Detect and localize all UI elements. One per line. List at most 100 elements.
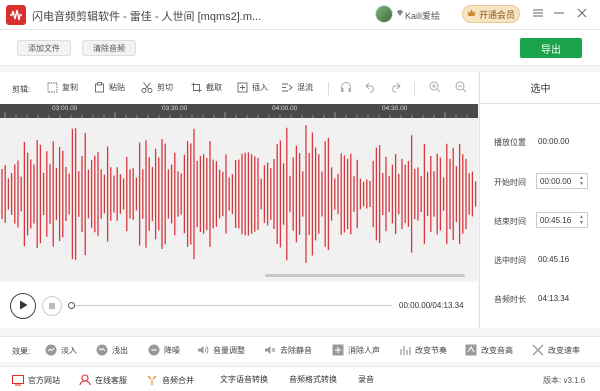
- speed-icon: [532, 344, 544, 356]
- speed-button[interactable]: 改变速率: [532, 344, 580, 356]
- tts-label: 文字语音转换: [220, 375, 268, 384]
- start-time-stepper[interactable]: ▲ ▼: [577, 175, 586, 187]
- play-button[interactable]: [10, 293, 36, 319]
- format-convert-link[interactable]: 音频格式转换: [289, 374, 337, 385]
- end-time-label: 结束时间: [494, 217, 526, 226]
- start-time-value: 00:00.00: [540, 176, 572, 186]
- progress-knob[interactable]: [68, 302, 75, 309]
- website-label: 官方网站: [28, 375, 60, 385]
- start-time-label: 开始时间: [494, 178, 526, 187]
- menu-icon[interactable]: [530, 5, 546, 21]
- insert-button[interactable]: 插入: [236, 81, 268, 93]
- merge-label: 音频合并: [162, 375, 194, 385]
- ruler-ticks: [4, 112, 468, 118]
- support-icon: [79, 374, 91, 386]
- undo-icon: [365, 81, 377, 93]
- audio-length-label: 音频时长: [494, 295, 526, 304]
- silence-icon: [264, 344, 276, 356]
- play-position-label: 播放位置: [494, 138, 526, 147]
- diamond-icon: [396, 9, 404, 19]
- pitch-button[interactable]: 改变音高: [465, 344, 513, 356]
- remove-silence-button[interactable]: 去除静音: [264, 344, 312, 356]
- audio-length-value: 04:13.34: [538, 294, 570, 303]
- effects-bar: 效果: 淡入 浅出 降噪 音量调整 去除静音 消除人声 改变节奏 改变音高 改变…: [0, 336, 600, 362]
- chevron-down-icon[interactable]: ▼: [579, 181, 584, 187]
- record-link[interactable]: 录音: [358, 374, 374, 385]
- zoom-out-icon: [455, 81, 467, 93]
- mix-icon: [281, 81, 293, 93]
- paste-icon: [93, 81, 105, 93]
- minimize-icon[interactable]: [551, 5, 567, 21]
- panel-title: 选中: [480, 72, 600, 104]
- avatar[interactable]: [375, 5, 393, 23]
- remove-vocals-button[interactable]: 消除人声: [332, 344, 380, 356]
- denoise-label: 降噪: [164, 345, 180, 355]
- toolbar-divider: [328, 82, 329, 96]
- volume-button[interactable]: 音量调整: [197, 344, 245, 356]
- play-position-value: 00:00.00: [538, 137, 570, 146]
- end-time-value: 00:45.16: [540, 215, 572, 225]
- vip-button[interactable]: 开通会员: [462, 5, 520, 23]
- website-link[interactable]: 官方网站: [12, 374, 60, 386]
- paste-button[interactable]: 粘贴: [93, 81, 125, 93]
- start-time-input[interactable]: 00:00.00 ▲ ▼: [536, 173, 588, 189]
- edit-toolbar: 剪辑: 复制 粘贴 剪切 截取 插入 混流: [0, 72, 478, 104]
- end-time-input[interactable]: 00:45.16 ▲ ▼: [536, 212, 588, 228]
- redo-icon: [389, 81, 401, 93]
- toolbar-label: 剪辑:: [12, 85, 31, 94]
- version-label: 版本: v3.1.6: [543, 376, 586, 385]
- fade-out-button[interactable]: 浅出: [96, 344, 128, 356]
- redo-button[interactable]: [389, 81, 401, 93]
- crop-icon: [190, 81, 202, 93]
- copy-icon: [46, 81, 58, 93]
- cut-button[interactable]: 剪切: [141, 81, 173, 93]
- add-file-button[interactable]: 添加文件: [17, 40, 71, 56]
- waveform-area[interactable]: [0, 118, 478, 270]
- mix-label: 混流: [297, 82, 313, 92]
- merge-icon: [146, 374, 158, 386]
- clear-audio-button[interactable]: 清除音频: [82, 40, 136, 56]
- denoise-button[interactable]: 降噪: [148, 344, 180, 356]
- crop-button[interactable]: 截取: [190, 81, 222, 93]
- export-button[interactable]: 导出: [520, 38, 582, 58]
- copy-button[interactable]: 复制: [46, 81, 78, 93]
- paste-label: 粘贴: [109, 82, 125, 92]
- website-icon: [12, 374, 24, 386]
- zoom-in-button[interactable]: [429, 81, 441, 93]
- zoom-out-button[interactable]: [455, 81, 467, 93]
- time-readout: 00:00.00/04:13.34: [399, 301, 464, 310]
- toolbar-divider: [414, 82, 415, 96]
- vocals-icon: [332, 344, 344, 356]
- footer-bar: 官方网站 在线客服 音频合并 文字语音转换 音频格式转换 录音 版本: v3.1…: [0, 366, 600, 391]
- top-action-bar: 添加文件 清除音频 导出: [0, 30, 600, 66]
- playback-progress[interactable]: [70, 305, 392, 306]
- selection-duration-label: 选中时间: [494, 256, 526, 265]
- close-icon[interactable]: [574, 5, 590, 21]
- scrollbar-thumb[interactable]: [265, 274, 465, 277]
- audio-waveform: [1, 125, 477, 263]
- fade-out-icon: [96, 344, 108, 356]
- headphones-button[interactable]: [340, 81, 352, 93]
- stop-button[interactable]: [42, 296, 62, 316]
- merge-link[interactable]: 音频合并: [146, 374, 194, 386]
- pitch-icon: [465, 344, 477, 356]
- waveform-scrollbar[interactable]: [0, 270, 478, 280]
- timeline-ruler[interactable]: 03:00.00 03:30.00 04:00.00 04:30.00: [0, 104, 478, 118]
- user-name[interactable]: Kaili爱绘: [405, 9, 440, 22]
- title-bar: 闪电音频剪辑软件 - 雷佳 - 人世间 [mqms2].m... Kaili爱绘…: [0, 0, 600, 30]
- end-time-stepper[interactable]: ▲ ▼: [577, 214, 586, 226]
- tempo-button[interactable]: 改变节奏: [399, 344, 447, 356]
- speed-label: 改变速率: [548, 345, 580, 355]
- insert-label: 插入: [252, 82, 268, 92]
- total-time: 04:13.34: [432, 301, 464, 310]
- format-convert-label: 音频格式转换: [289, 375, 337, 384]
- chevron-down-icon[interactable]: ▼: [579, 220, 584, 226]
- cut-label: 剪切: [157, 82, 173, 92]
- volume-label: 音量调整: [213, 345, 245, 355]
- undo-button[interactable]: [365, 81, 377, 93]
- tts-link[interactable]: 文字语音转换: [220, 374, 268, 385]
- tempo-label: 改变节奏: [415, 345, 447, 355]
- mix-button[interactable]: 混流: [281, 81, 313, 93]
- fade-in-button[interactable]: 淡入: [45, 344, 77, 356]
- support-link[interactable]: 在线客服: [79, 374, 127, 386]
